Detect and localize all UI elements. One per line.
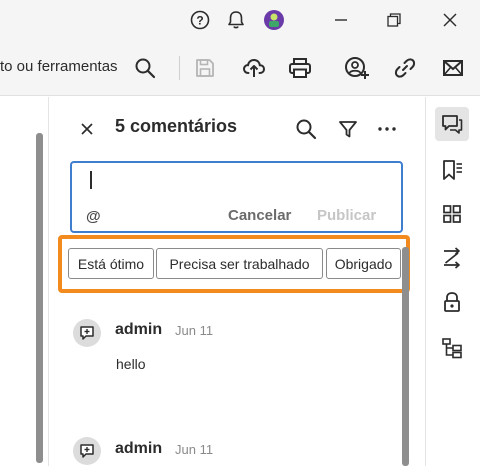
quick-reply-chip[interactable]: Obrigado [326, 248, 401, 279]
toolbar-divider [179, 56, 180, 80]
panel-title: 5 comentários [115, 116, 238, 136]
search-icon[interactable] [131, 54, 159, 82]
app-window: ? to ou ferramentas 5 comentários @ Canc… [0, 0, 480, 466]
comment-icon [73, 319, 101, 347]
comment-input[interactable]: @ Cancelar Publicar [70, 161, 403, 233]
search-comments-icon[interactable] [294, 117, 318, 141]
comment-date: Jun 11 [175, 442, 214, 457]
document-scrollbar[interactable] [36, 133, 43, 463]
text-caret [90, 171, 92, 189]
comment-author: admin [115, 321, 163, 338]
help-circle-icon[interactable]: ? [189, 9, 211, 31]
comment-icon [73, 437, 101, 465]
link-icon[interactable] [391, 54, 419, 82]
toolbar: to ou ferramentas [0, 40, 480, 96]
bookmarks-icon[interactable] [435, 153, 469, 187]
search-hint-text[interactable]: to ou ferramentas [0, 58, 118, 75]
right-rail [425, 97, 480, 466]
document-area [0, 97, 48, 466]
save-icon[interactable] [191, 54, 219, 82]
close-window-icon[interactable] [439, 9, 461, 31]
structure-icon[interactable] [435, 331, 469, 365]
mention-button[interactable]: @ [86, 208, 101, 225]
quick-reply-chip[interactable]: Está ótimo [68, 248, 154, 279]
comment-author: admin [115, 440, 163, 457]
share-user-icon[interactable] [343, 54, 371, 82]
comments-scrollbar[interactable] [402, 247, 409, 466]
cloud-upload-icon[interactable] [240, 54, 268, 82]
compare-icon[interactable] [435, 241, 469, 275]
comment-date: Jun 11 [175, 323, 214, 338]
comments-panel: 5 comentários @ Cancelar Publicar Está ó… [48, 97, 425, 466]
more-options-icon[interactable] [375, 117, 399, 141]
title-bar: ? [0, 0, 480, 40]
close-icon[interactable] [77, 119, 97, 139]
cancel-button[interactable]: Cancelar [228, 207, 291, 224]
publish-button[interactable]: Publicar [317, 207, 376, 224]
comment-text: hello [116, 356, 146, 372]
svg-text:?: ? [196, 14, 203, 28]
restore-icon[interactable] [383, 9, 405, 31]
email-icon[interactable] [439, 54, 467, 82]
protect-icon[interactable] [435, 285, 469, 319]
minimize-icon[interactable] [330, 9, 352, 31]
filter-icon[interactable] [336, 117, 360, 141]
comments-icon[interactable] [435, 107, 469, 141]
user-avatar-icon[interactable] [263, 9, 285, 31]
bell-icon[interactable] [225, 9, 247, 31]
thumbnails-icon[interactable] [435, 197, 469, 231]
quick-reply-chip[interactable]: Precisa ser trabalhado [156, 248, 323, 279]
print-icon[interactable] [286, 54, 314, 82]
